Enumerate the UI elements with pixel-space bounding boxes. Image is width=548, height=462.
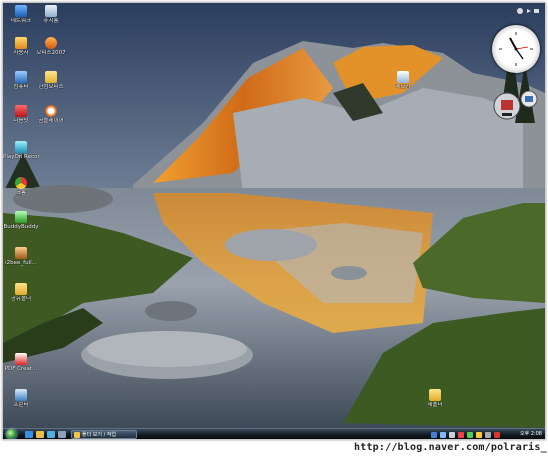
gadget-menu-icon bbox=[534, 9, 539, 13]
desktop-icon-new-folder[interactable]: 새폴더 bbox=[417, 389, 453, 408]
blog-watermark: http://blog.naver.com/polraris_ bbox=[354, 442, 547, 453]
desktop-icon-pdf[interactable]: PDF Creat... bbox=[3, 353, 39, 372]
folder-icon bbox=[429, 389, 441, 401]
hancom-icon bbox=[45, 71, 57, 83]
ie-icon[interactable] bbox=[25, 431, 33, 438]
desktop-icon-playon[interactable]: PlayOn Recorder bbox=[3, 141, 39, 160]
notepad-icon bbox=[397, 71, 409, 83]
desktop-wallpaper bbox=[3, 3, 545, 428]
desktop-icon-i2bee[interactable]: i2bee_full... bbox=[3, 247, 39, 266]
start-button[interactable] bbox=[6, 429, 17, 439]
daumpot-icon bbox=[15, 105, 27, 117]
system-tray: 오후 2:08 bbox=[427, 429, 545, 439]
show-desktop-icon[interactable] bbox=[58, 431, 66, 438]
printer-icon bbox=[15, 389, 27, 401]
pdf-icon bbox=[15, 353, 27, 365]
desktop-icon-shared-folder[interactable]: 공유폴더 bbox=[3, 283, 39, 302]
window-folder-icon bbox=[74, 432, 80, 438]
power-icon[interactable] bbox=[485, 432, 491, 438]
desktop-icon-buddybuddy[interactable]: BuddyBuddy bbox=[3, 211, 39, 230]
media-icon[interactable] bbox=[47, 431, 55, 438]
antivirus-icon[interactable] bbox=[458, 432, 464, 438]
media-thumbnail-icon bbox=[501, 100, 513, 110]
language-icon[interactable] bbox=[431, 432, 437, 438]
gomplayer-icon bbox=[45, 105, 57, 117]
taskbar: 폴더 보기 / 작업 오후 2:08 bbox=[3, 428, 545, 439]
next-icon bbox=[527, 9, 531, 13]
office-icon bbox=[45, 37, 57, 49]
desktop-icon-notepad[interactable]: 메모장 bbox=[385, 71, 421, 90]
sidebar-controls[interactable] bbox=[516, 7, 540, 15]
taskbar-window-button[interactable]: 폴더 보기 / 작업 bbox=[71, 430, 137, 439]
folder-icon[interactable] bbox=[36, 431, 44, 438]
chrome-icon bbox=[15, 177, 27, 189]
recycle-bin-icon bbox=[45, 5, 57, 17]
desktop-icon-hancom[interactable]: 한컴오피스 bbox=[33, 71, 69, 90]
playon-icon bbox=[15, 141, 27, 153]
clock-face-icon bbox=[499, 32, 533, 66]
i2bee-icon bbox=[15, 247, 27, 259]
volume-icon[interactable] bbox=[449, 432, 455, 438]
taskbar-clock[interactable]: 오후 2:08 bbox=[520, 429, 542, 439]
slideshow-gadget[interactable] bbox=[493, 91, 539, 121]
network-tray-icon[interactable] bbox=[440, 432, 446, 438]
taskbar-window-label: 폴더 보기 / 작업 bbox=[82, 432, 117, 438]
clock-gadget[interactable] bbox=[492, 25, 540, 73]
buddybuddy-icon bbox=[15, 211, 27, 223]
computer-icon bbox=[15, 71, 27, 83]
update-icon[interactable] bbox=[476, 432, 482, 438]
add-gadget-icon bbox=[517, 8, 523, 14]
desktop-screenshot: 네트워크 휴지통 사용자 오피스2007 컴퓨터 한컴오피스 다음팟 곰플레이어… bbox=[2, 2, 546, 440]
desktop-icon-office[interactable]: 오피스2007 bbox=[33, 37, 69, 56]
desktop-icon-recycle-bin[interactable]: 휴지통 bbox=[33, 5, 69, 24]
desktop-icon-chrome[interactable]: 크롬 bbox=[3, 177, 39, 196]
desktop-icon-printer[interactable]: 프린터 bbox=[3, 389, 39, 408]
network-icon bbox=[15, 5, 27, 17]
desktop-icon-gomplayer[interactable]: 곰플레이어 bbox=[33, 105, 69, 124]
user-folder-icon bbox=[15, 37, 27, 49]
folder-icon bbox=[15, 283, 27, 295]
security-icon[interactable] bbox=[494, 432, 500, 438]
messenger-icon[interactable] bbox=[467, 432, 473, 438]
